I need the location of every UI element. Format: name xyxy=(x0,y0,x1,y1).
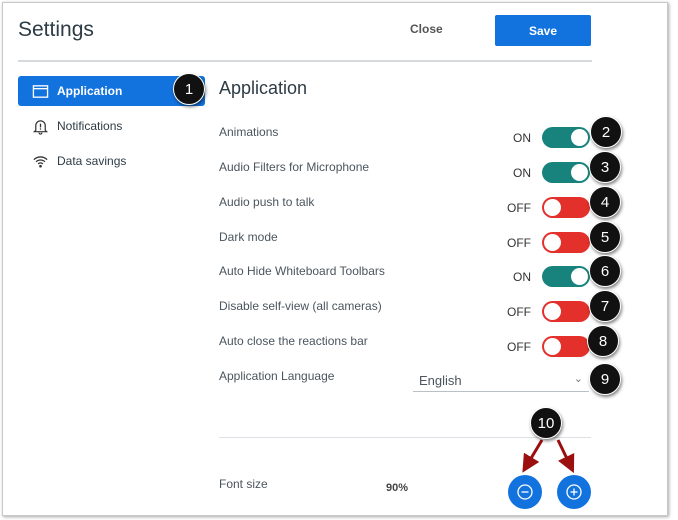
callout-7: 7 xyxy=(589,290,621,322)
callout-5: 5 xyxy=(589,221,621,253)
callout-1: 1 xyxy=(173,73,205,105)
callout-9: 9 xyxy=(589,363,621,395)
callout-2: 2 xyxy=(590,116,622,148)
callout-arrows xyxy=(522,439,575,474)
callout-10: 10 xyxy=(530,407,562,439)
callout-6: 6 xyxy=(589,255,621,287)
callout-3: 3 xyxy=(589,151,621,183)
callout-4: 4 xyxy=(589,186,621,218)
callout-8: 8 xyxy=(587,325,619,357)
